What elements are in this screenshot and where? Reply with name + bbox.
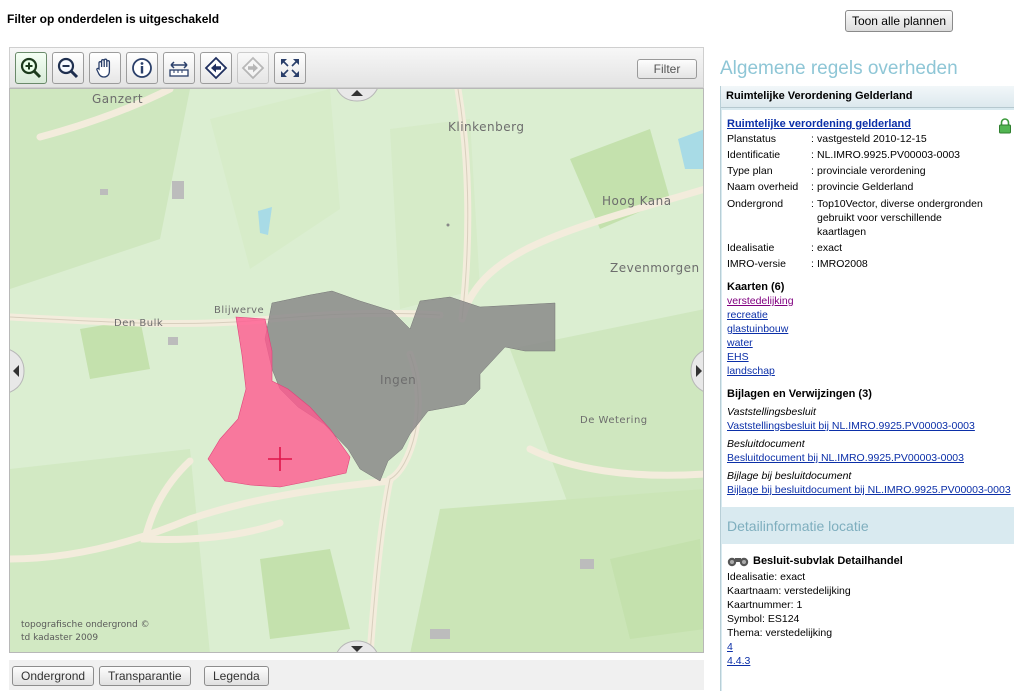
map-bottom-bar: Ondergrond Transparantie Legenda [9, 660, 704, 690]
doc-link[interactable]: Besluitdocument bij NL.IMRO.9925.PV00003… [727, 451, 964, 465]
detail-heading-text: Besluit-subvlak Detailhandel [753, 555, 903, 567]
filter-status-text: Filter op onderdelen is uitgeschakeld [7, 12, 220, 26]
doc-type-label: Besluitdocument [727, 438, 805, 450]
prop-value-line: kaartlagen [817, 226, 867, 238]
legenda-button[interactable]: Legenda [204, 666, 269, 686]
detail-info: Besluit-subvlak Detailhandel Idealisatie… [722, 544, 1014, 691]
pan-down-button[interactable] [335, 637, 379, 653]
place-label: Klinkenberg [448, 120, 525, 134]
prop-sep: : [811, 133, 814, 145]
plan-name-link[interactable]: Ruimtelijke verordening gelderland [727, 117, 911, 131]
measure-icon [169, 61, 189, 77]
detail-thema: Thema: verstedelijking [727, 627, 833, 639]
ondergrond-button[interactable]: Ondergrond [12, 666, 95, 686]
pan-right-button[interactable] [687, 349, 704, 393]
detail-kaartnaam: Kaartnaam: verstedelijking [727, 585, 851, 597]
copyright-line: topografische ondergrond © [21, 620, 150, 630]
place-label: Zevenmorgen [610, 261, 700, 275]
prop-key: Ondergrond [727, 198, 784, 210]
prop-value: vastgesteld 2010-12-15 [817, 133, 927, 145]
detail-heading: Besluit-subvlak Detailhandel [727, 554, 903, 568]
prop-value: NL.IMRO.9925.PV00003-0003 [817, 149, 961, 161]
zoom-out-icon [57, 57, 79, 79]
prop-value: Top10Vector, diverse ondergronden gebrui… [817, 197, 1007, 239]
measure-tool[interactable] [163, 52, 195, 84]
info-panel: Ruimtelijke Verordening Gelderland Ruimt… [720, 86, 1014, 691]
zoom-in-tool[interactable] [15, 52, 47, 84]
copyright-line: td kadaster 2009 [21, 633, 99, 643]
show-all-plans-button[interactable]: Toon alle plannen [845, 10, 953, 32]
doc-type-label: Bijlage bij besluitdocument [727, 470, 852, 482]
info-icon [132, 58, 152, 78]
place-label: Den Bulk [114, 318, 164, 329]
prop-key: Idealisatie [727, 242, 775, 254]
transparantie-button[interactable]: Transparantie [99, 666, 191, 686]
plan-header[interactable]: Ruimtelijke Verordening Gelderland [721, 86, 1014, 108]
kaart-link[interactable]: landschap [727, 364, 775, 378]
kaarten-heading: Kaarten (6) [727, 281, 785, 293]
pan-left-button[interactable] [9, 349, 28, 393]
kaart-link[interactable]: EHS [727, 350, 749, 364]
prop-key: IMRO-versie [727, 258, 786, 270]
detail-symbol: Symbol: ES124 [727, 613, 800, 625]
plan-details: Ruimtelijke verordening gelderland Plans… [722, 110, 1014, 507]
prop-sep: : [811, 149, 814, 161]
forward-arrow-icon [241, 56, 265, 80]
doc-link[interactable]: Bijlage bij besluitdocument bij NL.IMRO.… [727, 483, 1011, 497]
detail-link[interactable]: 4 [727, 640, 733, 654]
prop-value-line: gebruikt voor verschillende [817, 212, 942, 224]
map-toolbar: Filter [9, 47, 704, 88]
kaart-link[interactable]: verstedelijking [727, 294, 794, 308]
bijlagen-heading: Bijlagen en Verwijzingen (3) [727, 388, 872, 400]
map-canvas [10, 89, 703, 652]
hand-icon [96, 58, 111, 78]
detail-idealisatie: Idealisatie: exact [727, 571, 806, 583]
place-label: Blijwerve [214, 305, 265, 316]
prop-value: IMRO2008 [817, 258, 868, 270]
pan-up-button[interactable] [335, 88, 379, 105]
prop-key: Naam overheid [727, 181, 799, 193]
prop-key: Type plan [727, 165, 773, 177]
prop-sep: : [811, 258, 814, 270]
back-tool[interactable] [200, 52, 232, 84]
prop-sep: : [811, 198, 814, 210]
prop-key: Planstatus [727, 133, 777, 145]
prop-value: exact [817, 242, 843, 254]
forward-tool[interactable] [237, 52, 269, 84]
detail-link[interactable]: 4.4.3 [727, 654, 750, 668]
filter-button[interactable]: Filter [637, 59, 697, 79]
full-extent-icon [281, 59, 299, 77]
place-label: Ingen [380, 373, 417, 387]
prop-sep: : [811, 181, 814, 193]
map-view[interactable]: Ganzert Klinkenberg Hoog Kana Zevenmorge… [9, 88, 704, 653]
doc-type-label: Vaststellingsbesluit [727, 406, 816, 418]
detail-title: Detailinformatie locatie [727, 518, 869, 534]
detail-kaartnummer: Kaartnummer: 1 [727, 599, 803, 611]
place-label: Hoog Kana [602, 194, 672, 208]
full-extent-tool[interactable] [274, 52, 306, 84]
kaart-link[interactable]: recreatie [727, 308, 768, 322]
back-arrow-icon [204, 56, 228, 80]
map-copyright: topografische ondergrond © td kadaster 2… [21, 619, 150, 645]
kaart-link[interactable]: water [727, 336, 753, 350]
zoom-in-icon [20, 57, 42, 79]
prop-value: provinciale verordening [817, 165, 926, 177]
panel-title: Algemene regels overheden [720, 58, 958, 79]
pan-tool[interactable] [89, 52, 121, 84]
place-label: Ganzert [92, 92, 144, 106]
info-tool[interactable] [126, 52, 158, 84]
prop-value: provincie Gelderland [817, 181, 914, 193]
prop-value-line: Top10Vector, diverse ondergronden [817, 198, 983, 210]
prop-sep: : [811, 242, 814, 254]
zoom-out-tool[interactable] [52, 52, 84, 84]
kaart-link[interactable]: glastuinbouw [727, 322, 788, 336]
place-label: De Wetering [580, 415, 648, 426]
doc-link[interactable]: Vaststellingsbesluit bij NL.IMRO.9925.PV… [727, 419, 975, 433]
prop-key: Identificatie [727, 149, 781, 161]
prop-sep: : [811, 165, 814, 177]
binoculars-icon [727, 557, 749, 567]
